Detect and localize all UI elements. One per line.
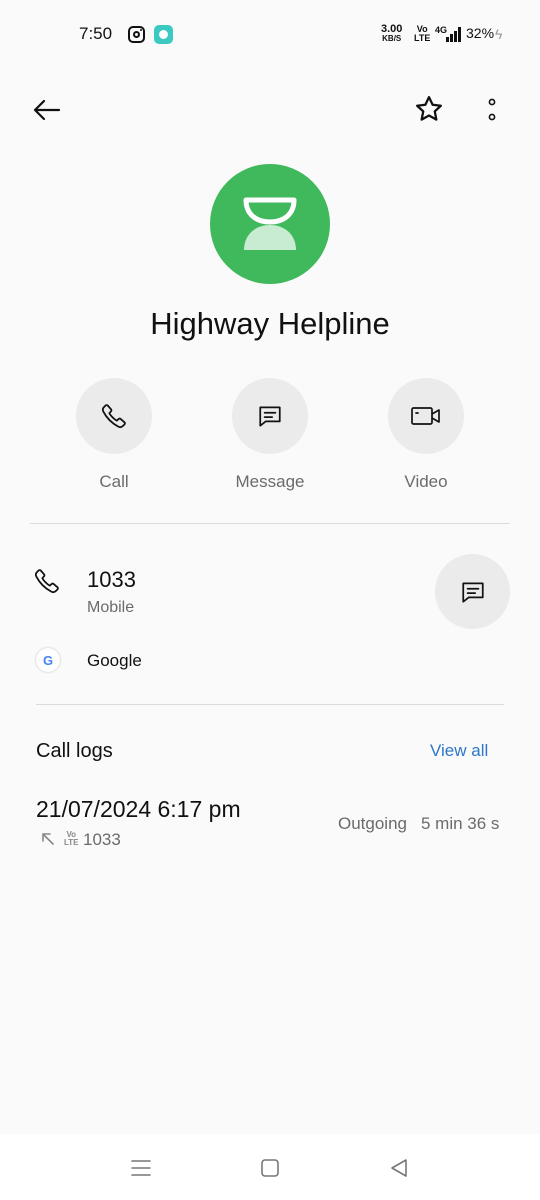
divider [30,523,510,524]
hourglass-icon [243,197,297,250]
video-label: Video [404,472,448,491]
video-button[interactable] [388,378,464,454]
message-icon [259,406,281,427]
view-all-link[interactable]: View all [430,741,488,761]
more-options-button[interactable] [476,92,508,128]
favorite-button[interactable] [410,90,448,128]
charging-icon: ϟ [495,26,503,42]
phone-number[interactable]: 1033 [87,567,136,593]
arrow-left-icon [33,99,61,121]
more-vertical-icon [488,98,496,121]
status-bar: 7:50 3.00 KB/S Vo LTE 4G 32% ϟ [0,0,540,70]
phone-icon [33,567,61,595]
video-action[interactable]: Video [356,378,496,492]
phone-number-type: Mobile [87,599,135,616]
outgoing-arrow-icon [42,833,54,845]
navigation-bar [0,1134,540,1200]
nav-back-button[interactable] [385,1154,413,1182]
account-label: Google [87,651,142,670]
phone-icon [102,404,126,428]
message-label: Message [235,472,305,491]
call-label: Call [99,472,129,491]
recents-button[interactable] [127,1154,155,1182]
message-action[interactable]: Message [200,378,340,492]
volte-indicator: Vo LTE [414,24,431,43]
message-icon [461,581,484,603]
network-speed: 3.00 KB/S [381,23,403,44]
menu-icon [131,1160,151,1176]
back-button[interactable] [27,92,67,128]
call-log-status: Outgoing [338,814,407,833]
call-log-duration: 5 min 36 s [421,814,500,833]
triangle-back-icon [391,1159,407,1177]
call-log-datetime: 21/07/2024 6:17 pm [36,796,241,822]
instagram-icon [128,26,145,43]
video-camera-icon [411,407,440,425]
status-time: 7:50 [79,24,113,43]
call-action[interactable]: Call [44,378,184,492]
message-button[interactable] [232,378,308,454]
battery-level: 32% [466,25,495,41]
call-logs-title: Call logs [36,740,113,762]
contact-avatar [210,164,330,284]
star-icon [416,96,442,121]
home-button[interactable] [256,1154,284,1182]
volte-badge: Vo LTE [64,830,79,847]
call-log-number: 1033 [83,830,121,849]
chat-app-icon [154,25,173,44]
signal-icon [446,27,462,42]
google-icon: G [36,648,60,672]
divider [36,704,504,705]
square-icon [261,1159,279,1177]
call-button[interactable] [76,378,152,454]
contact-name: Highway Helpline [150,306,390,341]
send-message-button[interactable] [435,554,510,629]
